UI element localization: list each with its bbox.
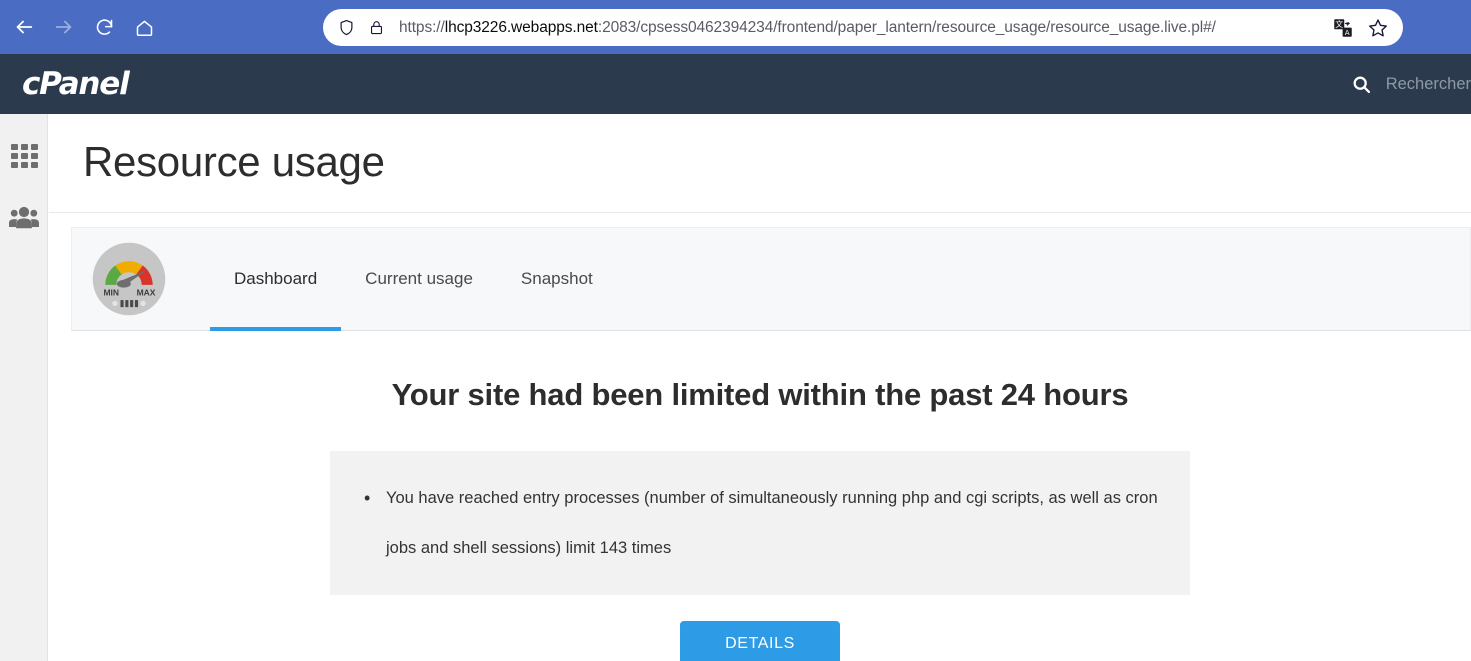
svg-text:A: A <box>1345 28 1350 37</box>
svg-text:MAX: MAX <box>137 287 156 297</box>
url-host: lhcp3226.webapps.net <box>444 18 598 36</box>
tab-list: Dashboard Current usage Snapshot <box>210 227 617 331</box>
translate-icon[interactable]: 文A <box>1333 18 1353 38</box>
alert-box: You have reached entry processes (number… <box>330 451 1190 595</box>
tab-current-usage-label: Current usage <box>365 269 473 288</box>
forward-arrow-icon <box>53 16 75 38</box>
alert-heading: Your site had been limited within the pa… <box>391 377 1129 412</box>
lock-icon[interactable] <box>368 19 385 36</box>
url-text[interactable]: https://lhcp3226.webapps.net:2083/cpsess… <box>399 19 1323 37</box>
browser-toolbar: https://lhcp3226.webapps.net:2083/cpsess… <box>0 0 1471 54</box>
tab-dashboard-label: Dashboard <box>234 269 318 288</box>
shield-icon[interactable] <box>337 18 356 37</box>
url-scheme: https:// <box>399 18 445 36</box>
reload-icon <box>94 17 115 38</box>
tab-current-usage[interactable]: Current usage <box>341 227 497 331</box>
sidebar-item-user-manager[interactable] <box>0 190 48 250</box>
speedometer-icon: MIN MAX <box>92 242 166 316</box>
reload-button[interactable] <box>84 7 124 47</box>
home-icon <box>134 17 155 38</box>
header-search[interactable]: Rechercher <box>1351 54 1471 114</box>
tab-strip: MIN MAX Dashboard Current usage Snapshot <box>71 227 1471 331</box>
address-bar[interactable]: https://lhcp3226.webapps.net:2083/cpsess… <box>323 9 1403 46</box>
details-button[interactable]: DETAILS <box>680 621 840 661</box>
tab-snapshot-label: Snapshot <box>520 269 593 288</box>
svg-text:文: 文 <box>1335 19 1343 29</box>
tab-dashboard[interactable]: Dashboard <box>210 227 342 331</box>
forward-button[interactable] <box>44 7 84 47</box>
grid-icon <box>10 144 38 176</box>
url-path: :2083/cpsess0462394234/frontend/paper_la… <box>597 18 1216 36</box>
left-sidebar <box>0 114 48 661</box>
alert-list: You have reached entry processes (number… <box>364 473 1160 573</box>
list-item: You have reached entry processes (number… <box>364 473 1160 573</box>
tab-snapshot[interactable]: Snapshot <box>497 227 617 331</box>
page-title: Resource usage <box>83 138 385 185</box>
title-divider <box>49 212 1471 213</box>
back-arrow-icon <box>13 16 35 38</box>
home-button[interactable] <box>124 7 164 47</box>
search-icon[interactable] <box>1351 74 1372 95</box>
cpanel-logo[interactable]: cPanel <box>22 66 130 102</box>
people-icon <box>9 205 39 236</box>
cpanel-header: cPanel Rechercher <box>0 54 1471 114</box>
search-placeholder-label[interactable]: Rechercher <box>1386 75 1471 94</box>
svg-text:MIN: MIN <box>103 287 119 297</box>
details-button-row: DETAILS <box>49 621 1471 661</box>
browser-nav-buttons <box>0 7 164 47</box>
main-content: Resource usage MIN MAX Dashboard Current… <box>49 114 1471 661</box>
sidebar-item-apps[interactable] <box>0 130 48 190</box>
star-icon[interactable] <box>1367 17 1389 39</box>
back-button[interactable] <box>4 7 44 47</box>
